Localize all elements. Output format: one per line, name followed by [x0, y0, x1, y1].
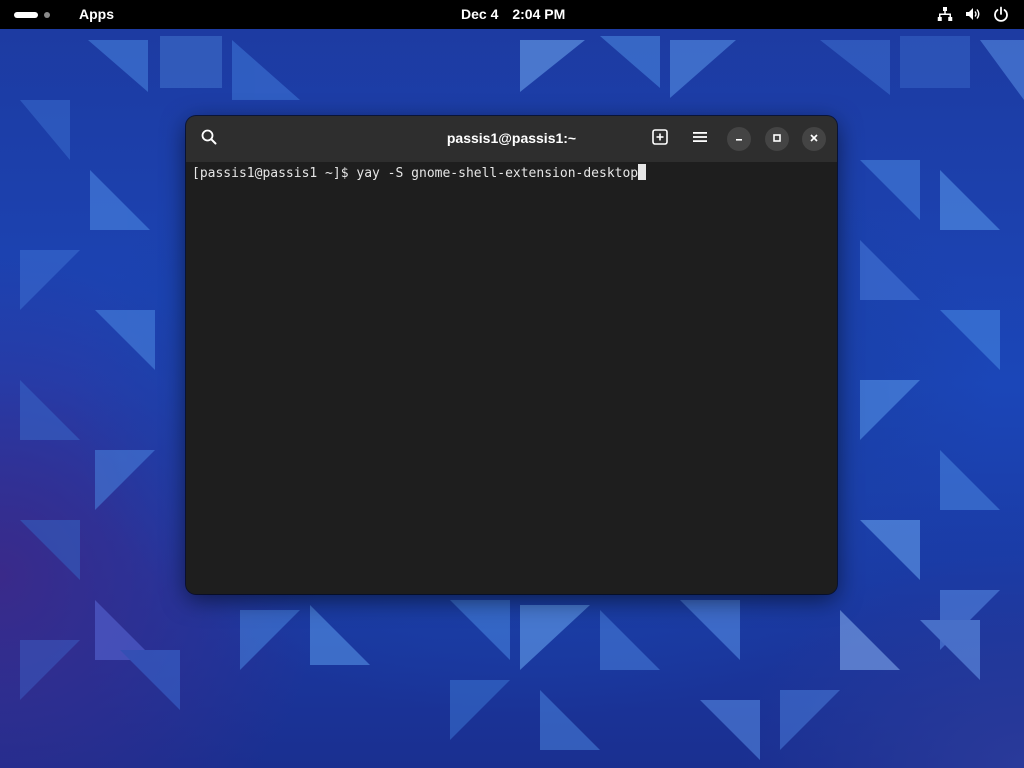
- workspace-indicator-active: [14, 12, 38, 18]
- workspace-indicator: [44, 12, 50, 18]
- minimize-button[interactable]: [727, 127, 751, 151]
- activities-button[interactable]: [10, 7, 58, 23]
- command-input[interactable]: yay -S gnome-shell-extension-desktop: [356, 166, 638, 181]
- volume-icon[interactable]: [964, 5, 982, 23]
- top-bar: Apps Dec 4 2:04 PM: [0, 0, 1024, 29]
- system-tray[interactable]: [936, 5, 1010, 23]
- close-button[interactable]: [802, 127, 826, 151]
- apps-button[interactable]: Apps: [79, 6, 114, 22]
- clock-time: 2:04 PM: [512, 6, 566, 22]
- new-tab-icon: [652, 128, 668, 150]
- text-cursor: [638, 164, 647, 180]
- minimize-icon: [734, 130, 744, 148]
- main-menu-button[interactable]: [685, 124, 715, 154]
- terminal-headerbar[interactable]: passis1@passis1:~: [186, 116, 837, 162]
- terminal-command-line[interactable]: [passis1@passis1 ~]$ yay -S gnome-shell-…: [192, 164, 831, 183]
- hamburger-menu-icon: [692, 129, 708, 150]
- close-icon: [809, 130, 819, 148]
- shell-prompt: [passis1@passis1 ~]$: [192, 166, 357, 181]
- power-icon[interactable]: [992, 5, 1010, 23]
- terminal-window[interactable]: passis1@passis1:~ [passis1@passis1 ~]$ y…: [186, 116, 837, 594]
- terminal-output[interactable]: [passis1@passis1 ~]$ yay -S gnome-shell-…: [186, 162, 837, 594]
- maximize-icon: [772, 130, 782, 148]
- maximize-button[interactable]: [765, 127, 789, 151]
- new-tab-button[interactable]: [645, 124, 675, 154]
- clock-date: Dec 4: [461, 6, 499, 22]
- network-wired-icon[interactable]: [936, 5, 954, 23]
- clock-button[interactable]: Dec 4 2:04 PM: [461, 6, 565, 22]
